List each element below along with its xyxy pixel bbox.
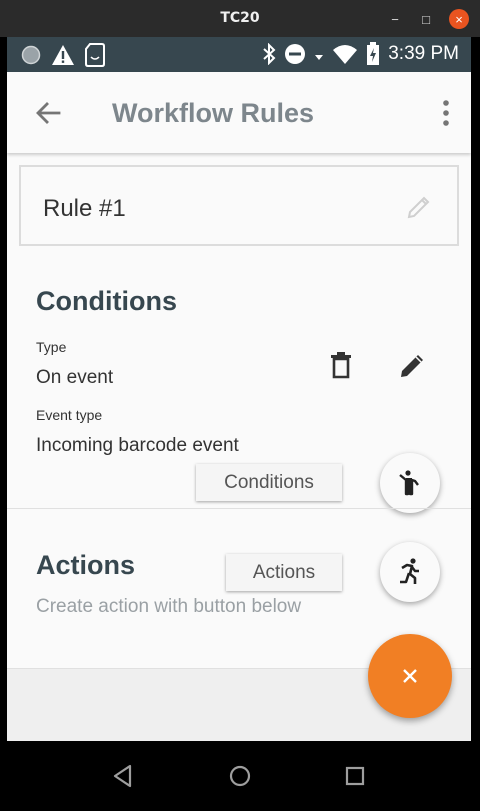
edit-condition-icon[interactable] — [398, 350, 428, 380]
person-running-icon — [400, 558, 419, 584]
battery-charging-icon — [367, 42, 380, 65]
main-fab[interactable] — [368, 634, 452, 718]
more-vert-icon[interactable] — [441, 98, 451, 128]
conditions-button[interactable]: Conditions — [196, 464, 342, 501]
actions-hint: Create action with button below — [36, 596, 302, 617]
nav-recents-icon[interactable] — [342, 763, 368, 789]
do-not-disturb-icon — [285, 44, 306, 64]
device-screen: 3:39 PM Workflow Rules Rule #1 Condition… — [7, 37, 471, 741]
actions-heading: Actions — [36, 550, 136, 580]
navigation-bar — [0, 741, 480, 811]
window-maximize-button[interactable]: □ — [416, 9, 436, 29]
type-value: On event — [36, 367, 114, 388]
app-notification-icon — [21, 45, 41, 65]
sd-card-icon — [85, 43, 105, 67]
close-icon — [403, 669, 417, 683]
window-title: TC20 — [220, 10, 260, 26]
signal-down-icon — [315, 55, 324, 60]
back-arrow-icon[interactable] — [33, 98, 63, 128]
actions-button[interactable]: Actions — [226, 554, 342, 591]
person-standing-icon — [399, 470, 419, 496]
section-divider — [7, 508, 471, 509]
window-minimize-button[interactable]: − — [385, 9, 405, 29]
rule-name: Rule #1 — [43, 195, 126, 222]
window-titlebar: TC20 − □ × — [0, 0, 480, 37]
event-type-label: Event type — [36, 407, 103, 423]
status-time: 3:39 PM — [388, 43, 459, 64]
actions-fab[interactable] — [380, 542, 440, 602]
status-bar: 3:39 PM — [7, 37, 471, 72]
type-label: Type — [36, 339, 67, 355]
page-title: Workflow Rules — [112, 98, 315, 128]
conditions-heading: Conditions — [36, 286, 177, 316]
delete-condition-icon[interactable] — [326, 350, 356, 380]
edit-rule-name-icon[interactable] — [405, 193, 433, 221]
app-bar: Workflow Rules — [7, 72, 471, 153]
warning-icon — [52, 45, 74, 65]
conditions-fab[interactable] — [380, 453, 440, 513]
nav-back-icon[interactable] — [110, 763, 136, 789]
rule-name-card[interactable]: Rule #1 — [19, 165, 459, 246]
wifi-icon — [333, 45, 358, 64]
bluetooth-icon — [263, 43, 276, 65]
nav-home-icon[interactable] — [227, 763, 253, 789]
window-close-button[interactable]: × — [449, 9, 469, 29]
event-type-value: Incoming barcode event — [36, 435, 239, 456]
